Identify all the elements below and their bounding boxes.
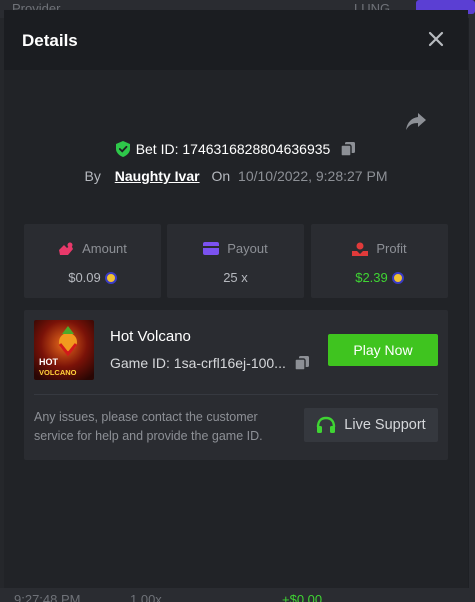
- background-time: 9:27:48 PM: [14, 592, 81, 602]
- live-support-label: Live Support: [344, 417, 426, 433]
- profit-label: Profit: [376, 241, 407, 256]
- currency-coin-icon: [391, 271, 404, 284]
- verified-shield-icon: [115, 141, 130, 157]
- copy-bet-id-icon[interactable]: [340, 141, 356, 157]
- payout-label: Payout: [227, 241, 268, 256]
- background-footer-row: 9:27:48 PM 1.00x +$0.00: [0, 588, 475, 602]
- user-name-link[interactable]: Naughty Ivar: [115, 168, 200, 184]
- copy-game-id-icon[interactable]: [294, 355, 310, 371]
- thumb-text-hot: HOT: [39, 357, 59, 367]
- play-now-button[interactable]: Play Now: [328, 334, 438, 366]
- bet-date: 10/10/2022, 9:28:27 PM: [238, 168, 388, 184]
- game-title: Hot Volcano: [110, 328, 191, 345]
- share-button[interactable]: [404, 110, 428, 132]
- live-support-button[interactable]: Live Support: [304, 408, 438, 442]
- modal-header: Details: [4, 10, 468, 70]
- coins-icon: [59, 242, 74, 255]
- divider: [34, 394, 438, 395]
- headset-icon: [317, 416, 336, 433]
- close-button[interactable]: [426, 29, 446, 49]
- on-label: On: [211, 168, 231, 184]
- support-notice: Any issues, please contact the customer …: [34, 410, 263, 443]
- currency-coin-icon: [104, 271, 117, 284]
- amount-value: $0.09: [68, 270, 101, 285]
- profit-icon: [352, 242, 369, 256]
- payout-value: 25 x: [223, 270, 248, 285]
- bet-id-row: Bet ID: 1746316828804636935: [4, 141, 468, 161]
- background-multiplier: 1.00x: [130, 592, 162, 602]
- amount-label: Amount: [82, 241, 127, 256]
- amount-stat: Amount $0.09: [24, 224, 161, 298]
- background-right-strip: [469, 18, 475, 588]
- share-icon: [406, 113, 426, 130]
- game-id-row: Game ID: 1sa-crfl16ej-100...: [110, 355, 310, 371]
- close-icon: [428, 31, 444, 47]
- bet-stats: Amount $0.09 Payout 25 x Profit $2.39: [24, 224, 448, 298]
- game-id: Game ID: 1sa-crfl16ej-100...: [110, 355, 286, 371]
- modal-title: Details: [22, 31, 78, 50]
- payout-stat: Payout 25 x: [167, 224, 304, 298]
- by-label: By: [84, 168, 101, 184]
- background-amount: +$0.00: [282, 592, 323, 602]
- wallet-icon: [203, 242, 220, 255]
- hot-volcano-thumbnail-image: HOT VOLCANO: [34, 320, 94, 380]
- game-thumbnail[interactable]: HOT VOLCANO: [34, 320, 94, 380]
- profit-value: $2.39: [355, 270, 388, 285]
- bettor-row: By Naughty Ivar On 10/10/2022, 9:28:27 P…: [4, 168, 468, 184]
- game-card: HOT VOLCANO Hot Volcano Game ID: 1sa-crf…: [24, 310, 448, 460]
- bet-details-modal: Details Bet ID: 1746316828804636935 By N…: [4, 10, 468, 588]
- profit-stat: Profit $2.39: [311, 224, 448, 298]
- thumb-text-volcano: VOLCANO: [39, 368, 77, 377]
- bet-id: Bet ID: 1746316828804636935: [135, 141, 331, 157]
